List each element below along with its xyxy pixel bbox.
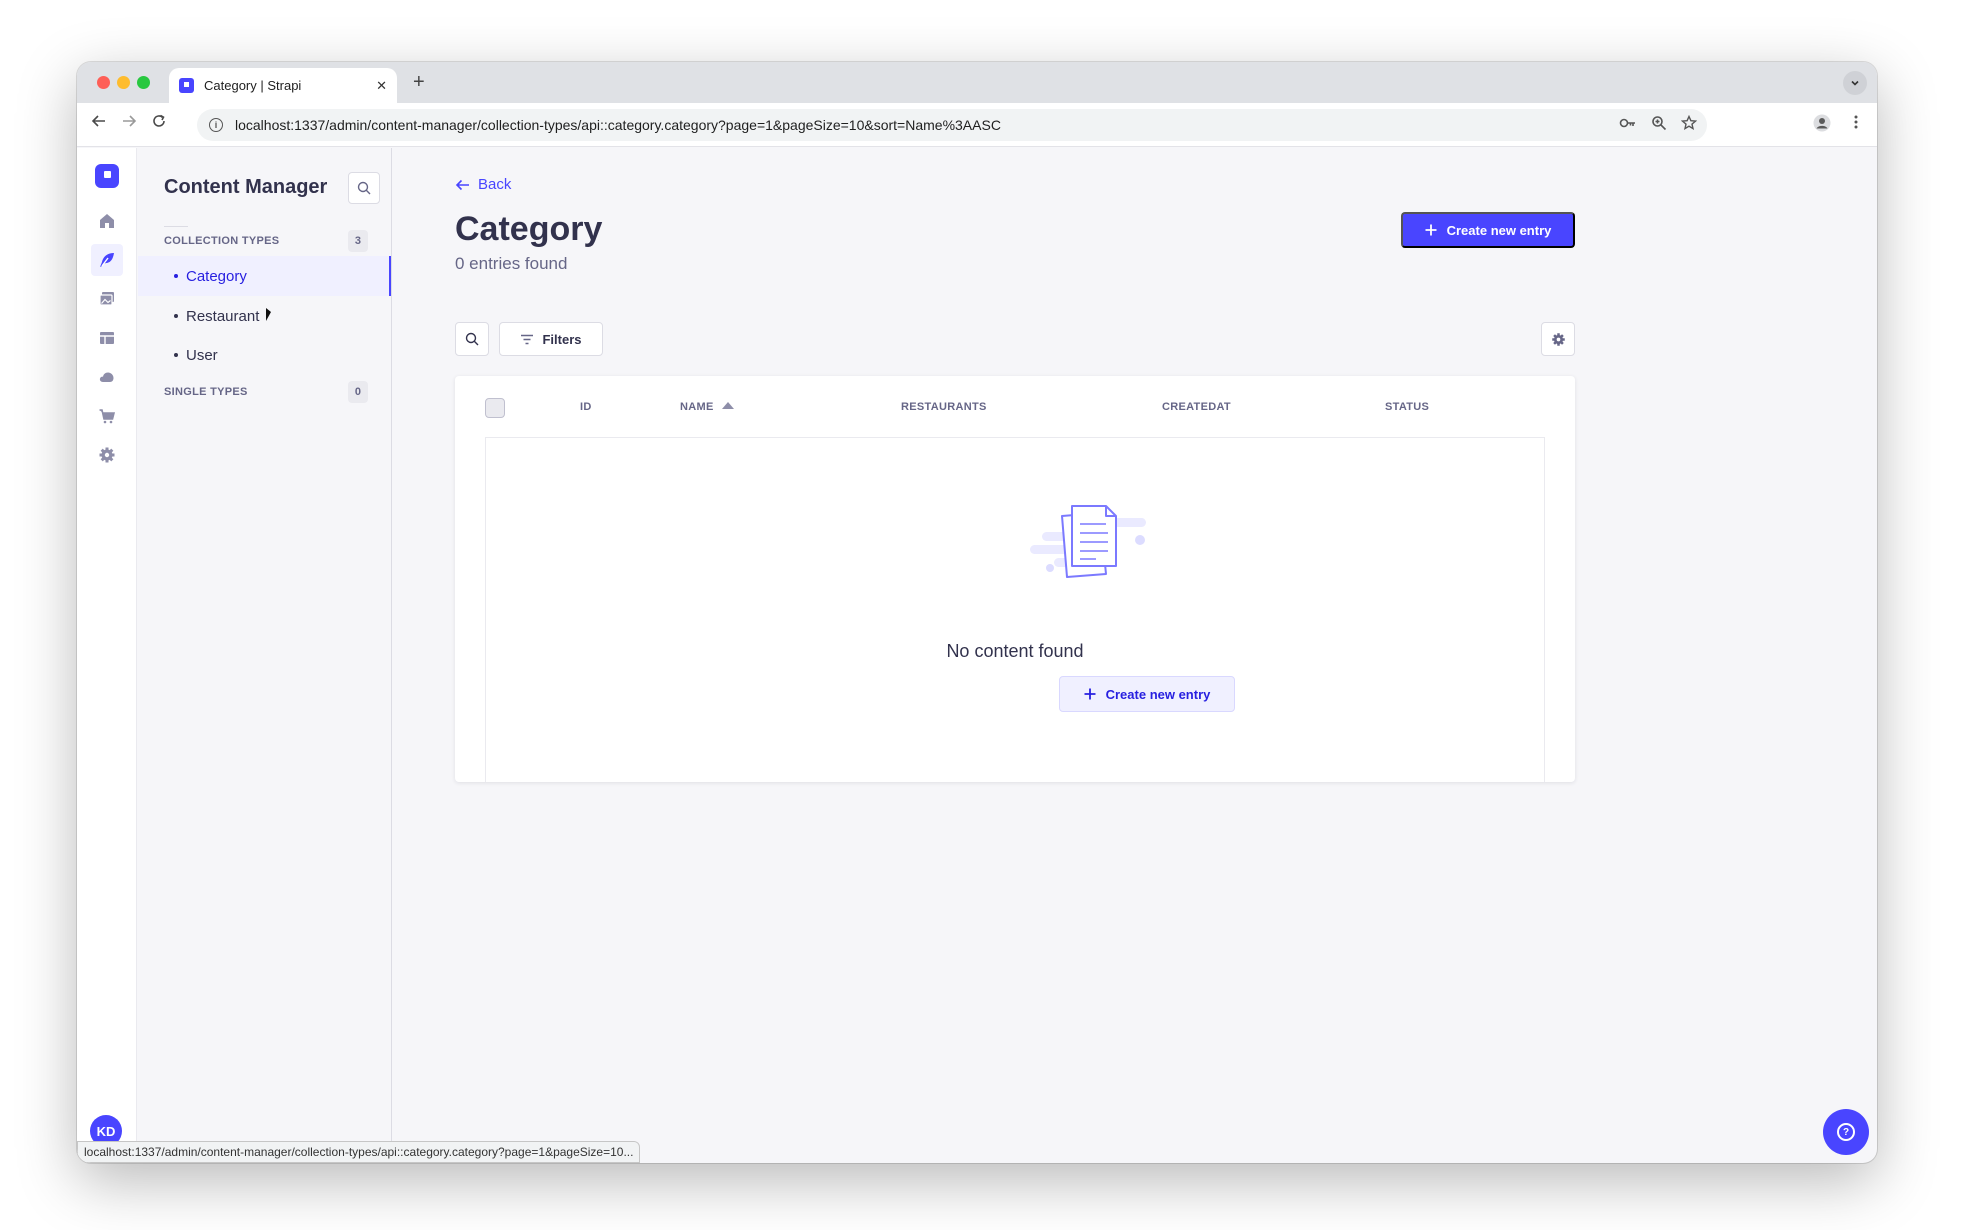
address-bar[interactable]: i localhost:1337/admin/content-manager/c… bbox=[197, 109, 1707, 141]
help-question-icon[interactable] bbox=[1823, 1109, 1869, 1155]
sidebar-search-button[interactable] bbox=[348, 172, 380, 204]
main-content: Back Category 0 entries found Create new… bbox=[393, 148, 1877, 1163]
plus-icon bbox=[1425, 224, 1437, 236]
search-icon bbox=[357, 181, 371, 195]
table-search-button[interactable] bbox=[455, 322, 489, 356]
empty-documents-illustration-icon bbox=[1030, 505, 1146, 578]
empty-state bbox=[485, 438, 1545, 782]
content-type-builder-icon[interactable] bbox=[91, 322, 123, 354]
content-manager-sidebar: Content Manager COLLECTION TYPES 3 Categ… bbox=[138, 148, 392, 1163]
browser-window: Category | Strapi ✕ + i localhost:1337/a… bbox=[77, 62, 1877, 1163]
address-bar-actions bbox=[1619, 114, 1698, 135]
cloud-icon[interactable] bbox=[91, 361, 123, 393]
close-window-button[interactable] bbox=[97, 76, 110, 89]
back-label: Back bbox=[478, 176, 512, 193]
bullet-icon bbox=[174, 353, 178, 357]
plus-icon bbox=[1084, 688, 1096, 700]
marketplace-cart-icon[interactable] bbox=[91, 400, 123, 432]
empty-create-new-entry-button[interactable]: Create new entry bbox=[1059, 676, 1235, 712]
empty-create-new-entry-label: Create new entry bbox=[1105, 686, 1211, 702]
back-arrow-icon[interactable] bbox=[91, 113, 107, 134]
back-arrow-icon bbox=[455, 179, 469, 190]
sidebar-item-label: User bbox=[186, 346, 218, 364]
entries-table: ID NAME RESTAURANTS CREATEDAT STATUS No … bbox=[455, 376, 1575, 782]
reload-icon[interactable] bbox=[151, 113, 167, 134]
column-header-restaurants[interactable]: RESTAURANTS bbox=[901, 401, 987, 413]
browser-tab[interactable]: Category | Strapi ✕ bbox=[169, 68, 397, 103]
site-info-icon[interactable]: i bbox=[209, 118, 223, 132]
select-all-checkbox[interactable] bbox=[485, 398, 505, 418]
collection-types-header[interactable]: COLLECTION TYPES 3 bbox=[164, 230, 368, 252]
sidebar-divider bbox=[164, 226, 188, 227]
maximize-window-button[interactable] bbox=[137, 76, 150, 89]
column-header-name[interactable]: NAME bbox=[680, 401, 734, 413]
filters-label: Filters bbox=[542, 331, 582, 347]
strapi-admin: KD Content Manager COLLECTION TYPES 3 Ca… bbox=[77, 148, 1877, 1163]
filter-icon bbox=[521, 334, 534, 344]
bullet-icon bbox=[174, 274, 178, 278]
view-settings-button[interactable] bbox=[1541, 322, 1575, 356]
tab-title: Category | Strapi bbox=[204, 78, 302, 93]
single-types-label: SINGLE TYPES bbox=[164, 386, 248, 398]
content-manager-icon[interactable] bbox=[91, 244, 123, 276]
forward-arrow-icon[interactable] bbox=[121, 113, 137, 134]
new-tab-button[interactable]: + bbox=[413, 71, 425, 94]
sidebar-item-label: Restaurant bbox=[186, 307, 260, 325]
mouse-cursor-icon bbox=[266, 308, 271, 321]
filters-button[interactable]: Filters bbox=[499, 322, 603, 356]
settings-gear-icon bbox=[1551, 332, 1565, 346]
no-content-message: No content found bbox=[946, 641, 1084, 661]
column-header-name-label: NAME bbox=[680, 401, 714, 413]
sort-ascending-icon bbox=[721, 402, 734, 409]
media-library-icon[interactable] bbox=[91, 283, 123, 315]
entries-count: 0 entries found bbox=[455, 254, 568, 273]
tab-search-chevron-icon[interactable] bbox=[1843, 71, 1867, 95]
sidebar-item-category[interactable]: Category bbox=[138, 256, 391, 296]
sidebar-title: Content Manager bbox=[164, 176, 328, 198]
browser-menu-icon[interactable] bbox=[1853, 114, 1859, 134]
column-header-status[interactable]: STATUS bbox=[1385, 401, 1429, 413]
sidebar-item-restaurant[interactable]: Restaurant bbox=[138, 296, 391, 336]
strapi-favicon-icon bbox=[179, 78, 194, 93]
back-link[interactable]: Back bbox=[455, 176, 511, 193]
settings-gear-icon[interactable] bbox=[91, 439, 123, 471]
single-types-header[interactable]: SINGLE TYPES 0 bbox=[164, 381, 368, 403]
bullet-icon bbox=[174, 314, 178, 318]
tab-close-icon[interactable]: ✕ bbox=[376, 78, 387, 94]
home-icon[interactable] bbox=[91, 205, 123, 237]
strapi-logo-icon[interactable] bbox=[95, 164, 119, 188]
sidebar-item-user[interactable]: User bbox=[138, 335, 391, 375]
table-header: ID NAME RESTAURANTS CREATEDAT STATUS bbox=[485, 376, 1545, 438]
column-header-createdat[interactable]: CREATEDAT bbox=[1162, 401, 1231, 413]
page-title: Category bbox=[455, 210, 603, 248]
column-header-id[interactable]: ID bbox=[580, 401, 592, 413]
create-new-entry-label: Create new entry bbox=[1446, 222, 1552, 238]
profile-icon[interactable] bbox=[1813, 114, 1831, 136]
address-bar-url: localhost:1337/admin/content-manager/col… bbox=[235, 117, 1001, 133]
collection-types-label: COLLECTION TYPES bbox=[164, 235, 280, 247]
bookmark-star-icon[interactable] bbox=[1680, 114, 1698, 135]
browser-toolbar: i localhost:1337/admin/content-manager/c… bbox=[77, 103, 1877, 147]
collection-types-count-badge: 3 bbox=[347, 230, 368, 252]
minimize-window-button[interactable] bbox=[117, 76, 130, 89]
browser-tab-bar: Category | Strapi ✕ + bbox=[77, 62, 1877, 103]
zoom-icon[interactable] bbox=[1651, 115, 1667, 135]
search-icon bbox=[465, 332, 479, 346]
main-nav-rail: KD bbox=[77, 148, 137, 1163]
link-status-bar: localhost:1337/admin/content-manager/col… bbox=[77, 1141, 641, 1163]
key-icon[interactable] bbox=[1619, 115, 1637, 135]
create-new-entry-button[interactable]: Create new entry bbox=[1401, 212, 1575, 248]
sidebar-item-label: Category bbox=[186, 267, 247, 285]
single-types-count-badge: 0 bbox=[347, 381, 368, 403]
